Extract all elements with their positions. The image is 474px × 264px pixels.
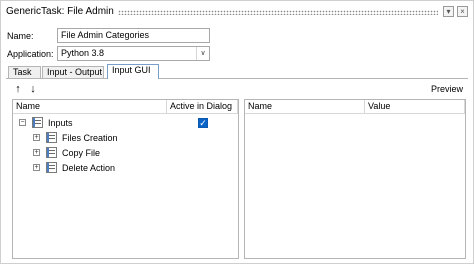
column-header-name-label: Name <box>16 101 41 111</box>
application-select[interactable]: Python 3.8 ∨ <box>57 46 210 61</box>
properties-panel[interactable]: Name Value <box>244 99 466 259</box>
tab-strip-divider <box>6 78 468 79</box>
application-select-value: Python 3.8 <box>61 48 105 58</box>
name-field-value: File Admin Categories <box>61 30 150 40</box>
expand-icon[interactable]: + <box>33 164 40 171</box>
arrow-down-icon: ↓ <box>30 83 36 95</box>
preview-button[interactable]: Preview <box>431 84 463 94</box>
move-up-button[interactable]: ↑ <box>12 83 24 95</box>
drag-grip[interactable] <box>118 10 438 15</box>
column-header-value-label: Value <box>368 101 391 111</box>
tab-input-gui-label: Input GUI <box>112 65 151 75</box>
tree-item-label: Copy File <box>62 148 101 158</box>
tab-input-gui[interactable]: Input GUI <box>107 64 159 79</box>
expand-icon[interactable]: + <box>33 134 40 141</box>
column-header-property-name-label: Name <box>248 101 273 111</box>
form-icon <box>32 117 43 128</box>
chevron-down-icon: ∨ <box>196 47 209 60</box>
column-header-active-label: Active in Dialog <box>170 101 233 111</box>
expand-icon[interactable]: + <box>33 149 40 156</box>
arrow-up-icon: ↑ <box>15 83 21 95</box>
application-label: Application: <box>7 49 54 59</box>
close-button[interactable]: × <box>457 6 468 17</box>
name-label: Name: <box>7 31 34 41</box>
tree-row-inputs[interactable]: − Inputs ✓ <box>13 116 238 130</box>
column-header-active-in-dialog[interactable]: Active in Dialog <box>167 100 238 114</box>
form-icon <box>46 132 57 143</box>
file-admin-window: GenericTask: File Admin ▾ × Name: File A… <box>0 0 474 264</box>
form-icon <box>46 147 57 158</box>
form-icon <box>46 162 57 173</box>
column-header-value[interactable]: Value <box>365 100 465 114</box>
title-bar[interactable]: GenericTask: File Admin ▾ × <box>1 1 473 23</box>
tab-input-output[interactable]: Input - Output <box>42 66 104 78</box>
chevron-down-icon: ▾ <box>446 7 451 16</box>
active-in-dialog-checkbox[interactable]: ✓ <box>198 118 208 128</box>
tree-item-label: Files Creation <box>62 133 118 143</box>
close-icon: × <box>460 7 465 16</box>
tree-item-label: Inputs <box>48 118 73 128</box>
check-icon: ✓ <box>199 118 207 128</box>
input-tree-panel[interactable]: Name Active in Dialog − Inputs ✓ + Files… <box>12 99 239 259</box>
tab-task-label: Task <box>13 67 32 77</box>
tree-row-files-creation[interactable]: + Files Creation <box>13 131 238 145</box>
tree-row-copy-file[interactable]: + Copy File <box>13 146 238 160</box>
window-menu-button[interactable]: ▾ <box>443 6 454 17</box>
tree-row-delete-action[interactable]: + Delete Action <box>13 161 238 175</box>
collapse-icon[interactable]: − <box>19 119 26 126</box>
column-header-name[interactable]: Name <box>13 100 167 114</box>
tree-item-label: Delete Action <box>62 163 116 173</box>
name-field[interactable]: File Admin Categories <box>57 28 210 43</box>
column-header-property-name[interactable]: Name <box>245 100 365 114</box>
move-down-button[interactable]: ↓ <box>27 83 39 95</box>
window-title: GenericTask: File Admin <box>6 6 114 17</box>
tab-input-output-label: Input - Output <box>47 67 103 77</box>
tab-task[interactable]: Task <box>8 66 41 78</box>
